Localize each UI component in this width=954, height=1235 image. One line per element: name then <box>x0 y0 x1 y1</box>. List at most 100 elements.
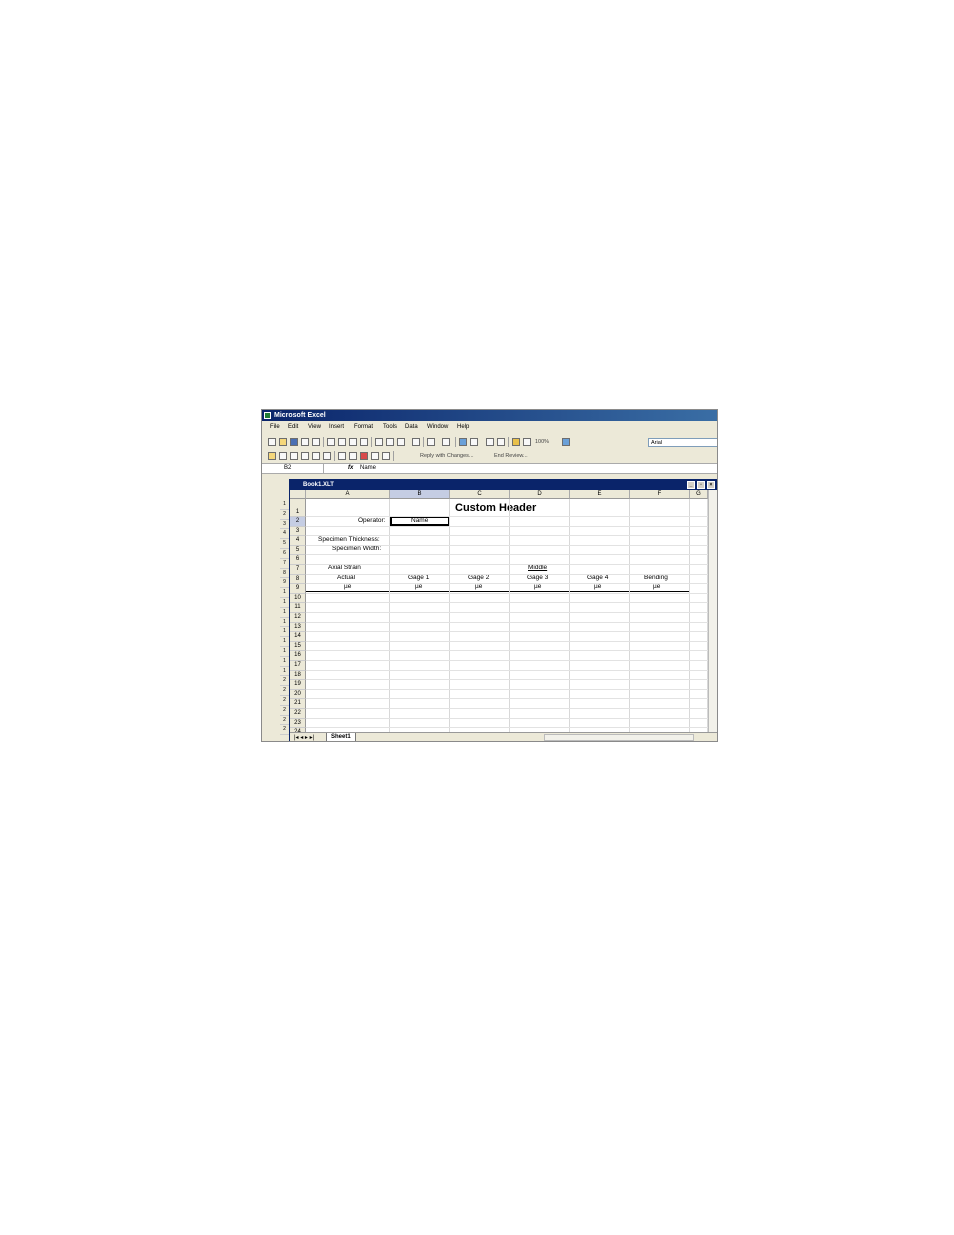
row-header[interactable]: 13 <box>290 622 306 633</box>
row-header[interactable]: 20 <box>290 689 306 700</box>
row-header[interactable]: 12 <box>290 613 306 623</box>
menu-help[interactable]: Help <box>457 422 469 433</box>
row-header[interactable]: 10 <box>290 593 306 604</box>
save-icon[interactable] <box>290 438 298 446</box>
menu-window[interactable]: Window <box>427 422 448 433</box>
vertical-scrollbar[interactable] <box>708 490 717 732</box>
horizontal-scrollbar[interactable] <box>544 734 694 741</box>
redo-icon[interactable] <box>442 438 450 446</box>
row-header[interactable]: 7 <box>290 565 306 575</box>
sort-descending-icon[interactable] <box>497 438 505 446</box>
spelling-icon[interactable] <box>349 438 357 446</box>
cell-a4[interactable]: Specimen Thickness: <box>318 535 380 544</box>
select-all-corner[interactable] <box>290 490 306 499</box>
tool-icon[interactable] <box>279 452 287 460</box>
menu-tools[interactable]: Tools <box>383 422 397 433</box>
tool-icon[interactable] <box>301 452 309 460</box>
folder-icon[interactable] <box>268 452 276 460</box>
row-header[interactable]: 9 <box>290 584 306 594</box>
row-header[interactable]: 5 <box>290 545 306 556</box>
font-select[interactable]: Arial <box>648 438 717 447</box>
row-header[interactable]: 4 <box>290 536 306 546</box>
row-header[interactable]: 8 <box>290 574 306 585</box>
undo-icon[interactable] <box>427 438 435 446</box>
menu-edit[interactable]: Edit <box>288 422 298 433</box>
row-header[interactable]: 22 <box>290 709 306 719</box>
format-painter-icon[interactable] <box>412 438 420 446</box>
grid-hline <box>306 583 708 585</box>
sheet-tab-bar: |◂ ◂ ▸ ▸| Sheet1 <box>290 732 717 741</box>
column-header[interactable]: F <box>630 490 690 499</box>
row-header[interactable]: 16 <box>290 651 306 661</box>
row-header[interactable]: 1 <box>290 499 306 517</box>
row-header[interactable]: 19 <box>290 680 306 690</box>
cell-b2[interactable]: Name <box>411 516 428 525</box>
email-icon[interactable] <box>312 438 320 446</box>
row-header[interactable]: 6 <box>290 555 306 565</box>
column-header[interactable]: B <box>390 490 450 499</box>
zoom-select[interactable]: 100% <box>535 435 549 449</box>
tab-sheet1[interactable]: Sheet1 <box>326 733 356 741</box>
background-row-header: 9 <box>280 578 289 589</box>
column-header[interactable]: E <box>570 490 630 499</box>
row-header[interactable]: 21 <box>290 699 306 709</box>
column-header[interactable]: A <box>306 490 390 499</box>
spreadsheet-grid[interactable]: Custom Header Operator: Name Specimen Th… <box>290 490 708 732</box>
menu-file[interactable]: File <box>270 422 280 433</box>
row-header[interactable]: 14 <box>290 632 306 642</box>
separator <box>393 451 394 461</box>
tool-icon[interactable] <box>382 452 390 460</box>
row-header[interactable]: 23 <box>290 718 306 729</box>
menu-view[interactable]: View <box>308 422 321 433</box>
grid-vline <box>629 499 630 732</box>
app-titlebar: Microsoft Excel <box>262 410 717 421</box>
cut-icon[interactable] <box>375 438 383 446</box>
new-icon[interactable] <box>268 438 276 446</box>
tool-icon[interactable] <box>338 452 346 460</box>
row-header[interactable]: 15 <box>290 641 306 652</box>
fx-icon[interactable]: fx <box>348 464 353 473</box>
grid-hline <box>306 525 708 527</box>
column-header[interactable]: G <box>690 490 708 499</box>
tool-icon[interactable] <box>371 452 379 460</box>
cell-a2[interactable]: Operator: <box>358 516 385 525</box>
copy-icon[interactable] <box>386 438 394 446</box>
minimize-button[interactable]: _ <box>687 481 695 489</box>
print-preview-icon[interactable] <box>338 438 346 446</box>
row-header[interactable]: 11 <box>290 603 306 613</box>
formula-input[interactable]: Name <box>360 464 376 473</box>
paste-icon[interactable] <box>397 438 405 446</box>
autosum-icon[interactable] <box>470 438 478 446</box>
sort-ascending-icon[interactable] <box>486 438 494 446</box>
menu-insert[interactable]: Insert <box>329 422 344 433</box>
chart-wizard-icon[interactable] <box>512 438 520 446</box>
tool-icon[interactable] <box>290 452 298 460</box>
end-review-button[interactable]: End Review... <box>494 449 528 463</box>
research-icon[interactable] <box>360 438 368 446</box>
column-header[interactable]: D <box>510 490 570 499</box>
row-header[interactable]: 2 <box>290 517 306 527</box>
grid-vline <box>449 499 450 732</box>
column-header[interactable]: C <box>450 490 510 499</box>
tool-icon[interactable] <box>349 452 357 460</box>
menu-format[interactable]: Format <box>354 422 373 433</box>
restore-button[interactable]: ▫ <box>697 481 705 489</box>
help-icon[interactable] <box>562 438 570 446</box>
hyperlink-icon[interactable] <box>459 438 467 446</box>
row-header[interactable]: 3 <box>290 526 306 537</box>
name-box[interactable]: B2 <box>262 464 324 473</box>
reply-with-changes-button[interactable]: Reply with Changes... <box>420 449 474 463</box>
print-icon[interactable] <box>327 438 335 446</box>
drawing-icon[interactable] <box>523 438 531 446</box>
open-icon[interactable] <box>279 438 287 446</box>
menu-data[interactable]: Data <box>405 422 418 433</box>
row-header[interactable]: 17 <box>290 661 306 671</box>
close-button[interactable]: × <box>707 481 715 489</box>
tool-icon[interactable] <box>360 452 368 460</box>
title-cell[interactable]: Custom Header <box>455 502 536 515</box>
permission-icon[interactable] <box>301 438 309 446</box>
row-header[interactable]: 18 <box>290 670 306 681</box>
tool-icon[interactable] <box>323 452 331 460</box>
tab-scroll-arrows[interactable]: |◂ ◂ ▸ ▸| <box>294 733 314 741</box>
tool-icon[interactable] <box>312 452 320 460</box>
